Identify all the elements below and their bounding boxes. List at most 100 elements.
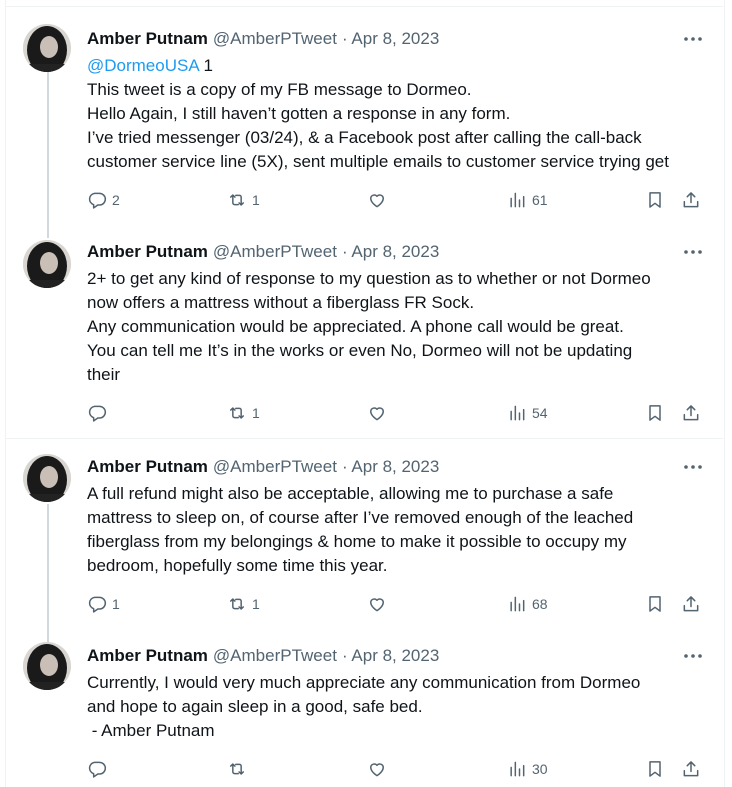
tweet-line: now offers a mattress without a fibergla… [87,293,475,312]
retweet-button[interactable] [227,757,252,781]
reply-button[interactable]: 2 [87,188,120,212]
retweet-count: 1 [252,192,260,208]
tweet-line: 2+ to get any kind of response to my que… [87,269,651,288]
share-button[interactable] [681,401,701,425]
reply-button[interactable] [87,401,112,425]
author-handle[interactable]: @AmberPTweet [213,645,337,667]
retweet-icon [230,194,244,206]
more-icon[interactable] [681,31,705,47]
retweet-button[interactable]: 1 [227,401,260,425]
like-button[interactable] [367,757,392,781]
reply-count: 1 [112,596,120,612]
bookmark-button[interactable] [645,757,665,781]
tweet-line: mattress to sleep on, of course after I’… [87,508,634,527]
retweet-count: 1 [252,596,260,612]
author-handle[interactable]: @AmberPTweet [213,28,337,50]
tweet-text: A full refund might also be acceptable, … [87,482,707,578]
avatar[interactable] [23,240,71,288]
tweet-line: bedroom, hopefully some time this year. [87,556,388,575]
views-button[interactable]: 54 [507,401,548,425]
views-icon [510,761,525,777]
author-handle[interactable]: @AmberPTweet [213,456,337,478]
mention-suffix: 1 [198,56,213,75]
heart-icon [370,194,384,208]
more-icon[interactable] [681,648,705,664]
thread-line [47,72,49,238]
avatar[interactable] [23,24,71,72]
like-button[interactable] [367,188,392,212]
tweet-line: customer service line (5X), sent multipl… [87,152,669,171]
like-button[interactable] [367,592,392,616]
tweet-divider [5,438,723,439]
share-icon [683,761,699,777]
tweet-actions: 30 [5,757,723,781]
tweet-line: You can tell me It’s in the works or eve… [87,341,633,360]
tweet-line: A full refund might also be acceptable, … [87,484,614,503]
tweet-date[interactable]: · Apr 8, 2023 [342,241,439,263]
reply-icon [88,596,107,613]
tweet-text: Currently, I would very much appreciate … [87,671,707,743]
share-icon [683,596,699,612]
retweet-button[interactable]: 1 [227,592,260,616]
tweet-line: This tweet is a copy of my FB message to… [87,80,472,99]
bookmark-icon [649,596,661,612]
tweet-date[interactable]: · Apr 8, 2023 [342,645,439,667]
tweet-text: 2+ to get any kind of response to my que… [87,267,707,387]
heart-icon [370,598,384,612]
author-name[interactable]: Amber Putnam [87,28,208,50]
tweet-line: Any communication would be appreciated. … [87,317,624,336]
share-button[interactable] [681,592,701,616]
avatar[interactable] [23,642,71,690]
more-icon[interactable] [681,459,705,475]
bookmark-button[interactable] [645,188,665,212]
author-name[interactable]: Amber Putnam [87,241,208,263]
share-button[interactable] [681,188,701,212]
reply-count: 2 [112,192,120,208]
views-button[interactable]: 61 [507,188,548,212]
tweet-line: fiberglass from my belongings & home to … [87,532,627,551]
views-count: 68 [532,596,548,612]
retweet-icon [230,763,244,775]
share-button[interactable] [681,757,701,781]
tweet-actions: 2 1 61 [5,188,723,212]
views-count: 54 [532,405,548,421]
retweet-button[interactable]: 1 [227,188,260,212]
reply-icon [88,192,107,209]
views-button[interactable]: 30 [507,757,548,781]
tweet-line: - Amber Putnam [87,721,215,740]
views-icon [510,596,525,612]
tweet-line: I’ve tried messenger (03/24), & a Facebo… [87,128,642,147]
retweet-count: 1 [252,405,260,421]
tweet-line: Currently, I would very much appreciate … [87,673,641,692]
bookmark-icon [649,761,661,777]
more-icon[interactable] [681,244,705,260]
share-icon [683,192,699,208]
avatar[interactable] [23,454,71,502]
tweet-actions: 1 54 [5,401,723,425]
reply-button[interactable] [87,757,112,781]
tweet-actions: 1 1 68 [5,592,723,616]
tweet-line: their [87,365,121,384]
like-button[interactable] [367,401,392,425]
author-name[interactable]: Amber Putnam [87,456,208,478]
views-button[interactable]: 68 [507,592,548,616]
retweet-icon [230,598,244,610]
mention-link[interactable]: @DormeoUSA [87,56,199,75]
bookmark-button[interactable] [645,401,665,425]
reply-button[interactable]: 1 [87,592,120,616]
tweet-line: Hello Again, I still haven’t gotten a re… [87,104,511,123]
views-icon [510,405,525,421]
bookmark-button[interactable] [645,592,665,616]
tweet-header: Amber Putnam @AmberPTweet · Apr 8, 2023 [87,28,439,50]
author-handle[interactable]: @AmberPTweet [213,241,337,263]
heart-icon [370,407,384,421]
tweet-date[interactable]: · Apr 8, 2023 [342,28,439,50]
tweet-divider [5,6,723,7]
reply-icon [88,761,107,778]
tweet-date[interactable]: · Apr 8, 2023 [342,456,439,478]
heart-icon [370,763,384,777]
retweet-icon [230,407,244,419]
thread-line [47,504,49,650]
tweet-header: Amber Putnam @AmberPTweet · Apr 8, 2023 [87,456,439,478]
author-name[interactable]: Amber Putnam [87,645,208,667]
